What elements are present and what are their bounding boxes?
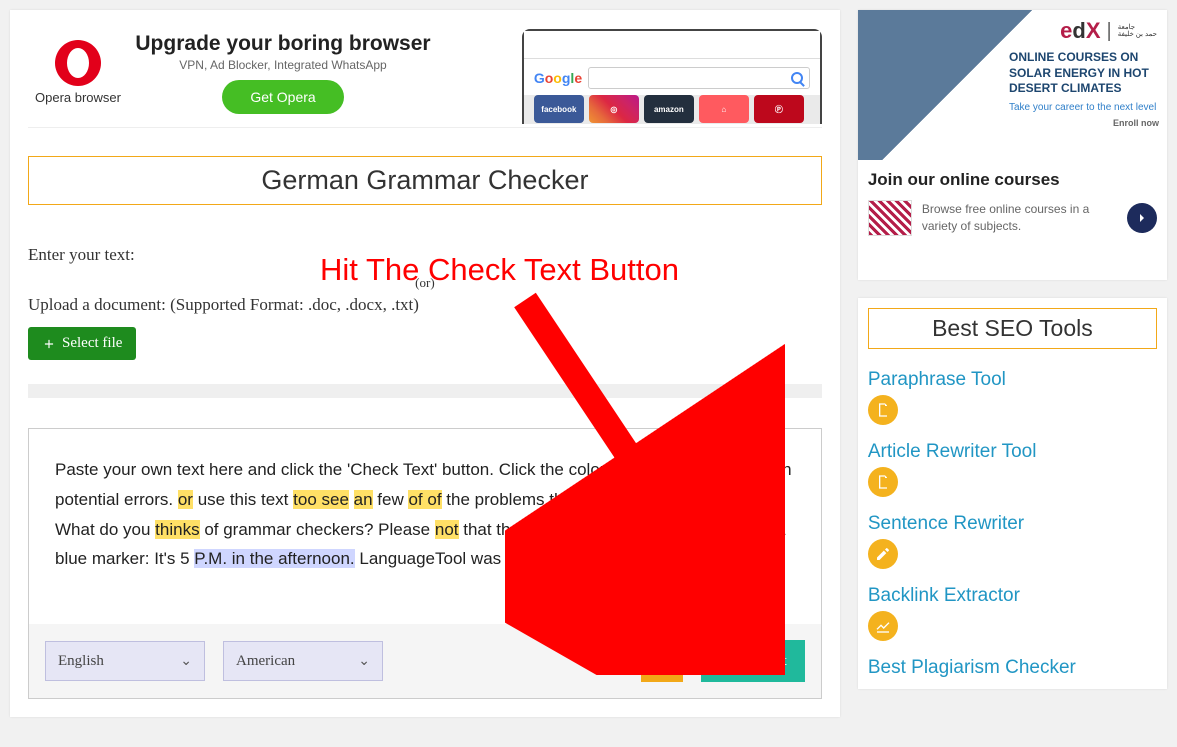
tool-link-sentence-rewriter[interactable]: Sentence Rewriter bbox=[868, 513, 1157, 535]
tool-link-plagiarism-checker[interactable]: Best Plagiarism Checker bbox=[868, 657, 1157, 679]
edx-thumbnail bbox=[868, 200, 912, 236]
ad-edx[interactable]: i ✕ edX | جامعةحمد بن خليفة ONLINE COURS… bbox=[858, 10, 1167, 280]
divider-bar bbox=[28, 384, 822, 398]
clear-button[interactable] bbox=[641, 640, 683, 682]
edx-enroll-link[interactable]: Enroll now bbox=[1009, 118, 1159, 130]
highlight-an[interactable]: an bbox=[354, 490, 373, 509]
highlight-or[interactable]: or bbox=[178, 490, 193, 509]
ad-edx-container: i ✕ edX | جامعةحمد بن خليفة ONLINE COURS… bbox=[858, 10, 1167, 280]
airbnb-tile: ⌂ bbox=[699, 95, 749, 123]
upload-label: Upload a document: (Supported Format: .d… bbox=[28, 295, 822, 315]
language-value: English bbox=[58, 653, 104, 670]
highlight-toosee[interactable]: too see bbox=[293, 490, 349, 509]
highlight-detecd[interactable]: detecd bbox=[726, 490, 777, 509]
editor-toolbar: English ⌄ American ⌄ Check Text bbox=[29, 624, 821, 698]
variant-dropdown[interactable]: American ⌄ bbox=[223, 641, 383, 681]
check-text-button[interactable]: Check Text bbox=[701, 640, 805, 682]
highlight-not[interactable]: not bbox=[435, 520, 459, 539]
opera-browser-preview: Google facebook ◎ amazon ⌂ Ⓟ bbox=[438, 21, 822, 124]
edit-icon bbox=[868, 539, 898, 569]
trash-icon bbox=[653, 652, 671, 670]
facebook-tile: facebook bbox=[534, 95, 584, 123]
select-file-label: Select file bbox=[62, 335, 122, 352]
tool-link-paraphrase[interactable]: Paraphrase Tool bbox=[868, 369, 1157, 391]
get-opera-button[interactable]: Get Opera bbox=[222, 80, 343, 114]
seo-tools-heading: Best SEO Tools bbox=[868, 308, 1157, 349]
search-icon bbox=[791, 72, 803, 84]
opera-logo: Opera browser bbox=[28, 40, 128, 105]
main-content: i ✕ Opera browser Upgrade your boring br… bbox=[10, 10, 840, 717]
document-icon bbox=[868, 467, 898, 497]
highlight-date[interactable]: Thursday, 21 April 2018 bbox=[599, 549, 777, 568]
page-title: German Grammar Checker bbox=[28, 156, 822, 205]
pinterest-tile: Ⓟ bbox=[754, 95, 804, 123]
variant-value: American bbox=[236, 653, 295, 670]
highlight-ofof[interactable]: of of bbox=[408, 490, 441, 509]
edx-logo: edX bbox=[1060, 18, 1100, 44]
tool-link-backlink-extractor[interactable]: Backlink Extractor bbox=[868, 585, 1157, 607]
edx-ad-copy: ONLINE COURSES ON SOLAR ENERGY IN HOT DE… bbox=[1009, 50, 1159, 129]
grammar-editor: Paste your own text here and click the '… bbox=[28, 428, 822, 699]
plus-icon bbox=[42, 337, 56, 351]
amazon-tile: amazon bbox=[644, 95, 694, 123]
opera-headline: Upgrade your boring browser bbox=[128, 32, 438, 56]
document-icon bbox=[868, 395, 898, 425]
highlight-thinks[interactable]: thinks bbox=[155, 520, 199, 539]
highlight-pm[interactable]: P.M. in the afternoon. bbox=[194, 549, 354, 568]
chart-icon bbox=[868, 611, 898, 641]
edx-description: Browse free online courses in a variety … bbox=[922, 201, 1117, 235]
chevron-down-icon: ⌄ bbox=[358, 653, 370, 670]
language-dropdown[interactable]: English ⌄ bbox=[45, 641, 205, 681]
edx-next-button[interactable] bbox=[1127, 203, 1157, 233]
tool-link-article-rewriter[interactable]: Article Rewriter Tool bbox=[868, 441, 1157, 463]
edx-partner-logo: جامعةحمد بن خليفة bbox=[1118, 24, 1157, 38]
annotation-callout: Hit The Check Text Button bbox=[320, 252, 679, 288]
opera-subhead: VPN, Ad Blocker, Integrated WhatsApp bbox=[128, 58, 438, 72]
seo-tools-panel: Best SEO Tools Paraphrase Tool Article R… bbox=[858, 298, 1167, 689]
sidebar: i ✕ edX | جامعةحمد بن خليفة ONLINE COURS… bbox=[858, 10, 1167, 689]
select-file-button[interactable]: Select file bbox=[28, 327, 136, 360]
opera-ad-copy: Upgrade your boring browser VPN, Ad Bloc… bbox=[128, 32, 438, 114]
chevron-down-icon: ⌄ bbox=[180, 653, 192, 670]
opera-brand-label: Opera browser bbox=[28, 90, 128, 105]
google-logo: Google bbox=[534, 70, 582, 86]
edx-join-heading: Join our online courses bbox=[868, 170, 1157, 190]
edx-tagline: Take your career to the next level bbox=[1009, 101, 1159, 114]
editor-textarea[interactable]: Paste your own text here and click the '… bbox=[29, 429, 821, 624]
chevron-right-icon bbox=[1136, 212, 1148, 224]
instagram-tile: ◎ bbox=[589, 95, 639, 123]
opera-ring-icon bbox=[55, 40, 101, 86]
ad-opera[interactable]: i ✕ Opera browser Upgrade your boring br… bbox=[28, 28, 822, 128]
